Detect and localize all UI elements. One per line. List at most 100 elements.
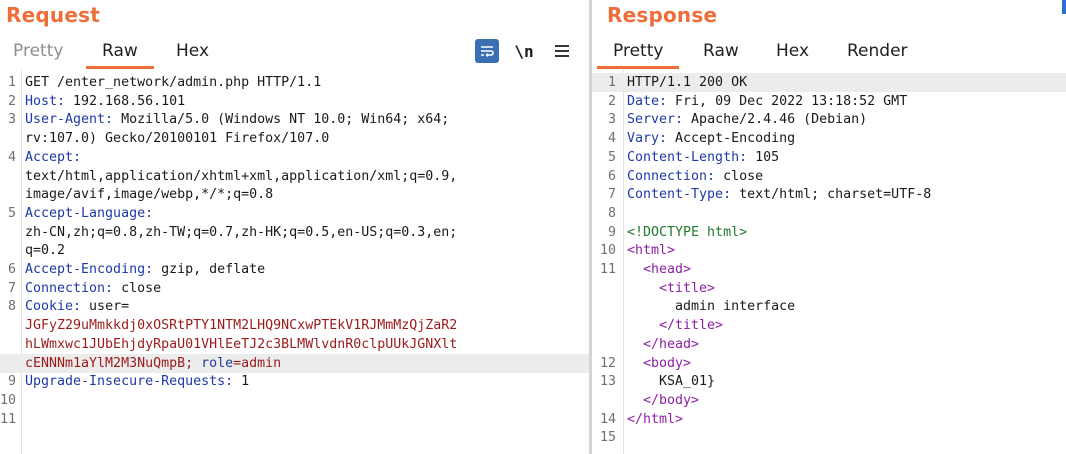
line-number: 12	[599, 355, 616, 371]
header-value: admin interface	[627, 299, 796, 315]
line-content: Date: Fri, 09 Dec 2022 13:18:52 GMT	[627, 92, 907, 111]
line-number: 7	[7, 280, 16, 296]
header-name: User-Agent:	[25, 112, 114, 128]
response-editor[interactable]: 1 HTTP/1.1 200 OK 2 Date: Fri, 09 Dec 2022 …	[592, 70, 1066, 454]
response-line[interactable]: 3 Server: Apache/2.4.46 (Debian)	[592, 110, 1066, 129]
line-number: 3	[7, 112, 16, 128]
response-line[interactable]: 13 KSA_01}	[592, 372, 1066, 391]
newline-toggle-button[interactable]: \n	[511, 38, 537, 64]
response-line[interactable]: 1 HTTP/1.1 200 OK	[592, 73, 1066, 92]
response-tab-raw[interactable]: Raw	[703, 36, 739, 69]
line-content: hLWmxwc1JUbEhjdyRpaU01VHlEeTJ2c3BLMWlvdn…	[25, 335, 457, 354]
header-value: 1	[233, 374, 250, 390]
cookie-value: JGFyZ29uMmkkdj0xOSRtPTY1NTM2LHQ9NCxwPTEk…	[25, 318, 458, 334]
html-tag: <html>	[627, 243, 676, 259]
response-line[interactable]: 5 Content-Length: 105	[592, 148, 1066, 167]
line-number: 15	[599, 430, 616, 446]
request-line[interactable]: 3 User-Agent: Mozilla/5.0 (Windows NT 10.…	[0, 110, 589, 129]
line-content: <!DOCTYPE html>	[627, 223, 747, 242]
header-value: Apache/2.4.46 (Debian)	[683, 112, 868, 128]
request-tab-raw[interactable]: Raw	[86, 36, 154, 69]
request-line[interactable]: 4 Accept:	[0, 148, 589, 167]
line-number: 6	[607, 168, 616, 184]
line-content: Upgrade-Insecure-Requests: 1	[25, 372, 249, 391]
request-line[interactable]: zh-CN,zh;q=0.8,zh-TW;q=0.7,zh-HK;q=0.5,e…	[0, 223, 589, 242]
response-line[interactable]: 4 Vary: Accept-Encoding	[592, 129, 1066, 148]
line-number: 9	[7, 374, 16, 390]
response-line[interactable]: 14 </html>	[592, 410, 1066, 429]
header-value: 105	[747, 149, 780, 165]
response-line[interactable]: 8	[592, 204, 1066, 223]
hamburger-menu-icon[interactable]	[549, 38, 575, 64]
request-line[interactable]: 8 Cookie: user=	[0, 297, 589, 316]
response-line[interactable]: 7 Content-Type: text/html; charset=UTF-8	[592, 185, 1066, 204]
response-line[interactable]: </title>	[592, 316, 1066, 335]
request-line[interactable]: image/avif,image/webp,*/*;q=0.8	[0, 185, 589, 204]
request-line[interactable]: 11	[0, 410, 589, 429]
request-line[interactable]: 7 Connection: close	[0, 279, 589, 298]
line-content: Accept:	[25, 148, 81, 167]
request-title: Request	[6, 3, 100, 27]
response-line[interactable]: 15	[592, 428, 1066, 447]
line-content: JGFyZ29uMmkkdj0xOSRtPTY1NTM2LHQ9NCxwPTEk…	[25, 316, 457, 335]
line-number: 2	[607, 93, 616, 109]
response-line[interactable]: 6 Connection: close	[592, 167, 1066, 186]
response-line[interactable]: 12 <body>	[592, 354, 1066, 373]
header-value: image/avif,image/webp,*/*;q=0.8	[25, 187, 274, 203]
header-name: Content-Length:	[627, 149, 748, 165]
request-line[interactable]: JGFyZ29uMmkkdj0xOSRtPTY1NTM2LHQ9NCxwPTEk…	[0, 316, 589, 335]
request-line[interactable]: rv:107.0) Gecko/20100101 Firefox/107.0	[0, 129, 589, 148]
response-tab-pretty[interactable]: Pretty	[596, 36, 680, 69]
header-name: Accept-Encoding:	[25, 262, 154, 277]
response-line[interactable]: </head>	[592, 335, 1066, 354]
scrollbar-marker[interactable]	[1062, 0, 1066, 14]
response-line[interactable]: <title>	[592, 279, 1066, 298]
request-line[interactable]: cENNNm1aYlM2M3NuQmpB; role=admin	[0, 353, 589, 373]
request-line[interactable]: hLWmxwc1JUbEhjdyRpaU01VHlEeTJ2c3BLMWlvdn…	[0, 335, 589, 354]
request-line[interactable]: 6 Accept-Encoding: gzip, deflate	[0, 260, 589, 279]
header-value: HTTP/1.1 200 OK	[627, 75, 748, 90]
line-content: image/avif,image/webp,*/*;q=0.8	[25, 185, 273, 204]
request-line[interactable]: q=0.2	[0, 241, 589, 260]
response-line[interactable]: 11 <head>	[592, 260, 1066, 279]
wrap-lines-icon[interactable]	[475, 39, 499, 63]
line-content: User-Agent: Mozilla/5.0 (Windows NT 10.0…	[25, 110, 449, 129]
header-name: Vary:	[627, 131, 668, 147]
header-name: Accept-Language:	[25, 205, 154, 221]
line-content: KSA_01}	[627, 372, 715, 391]
line-content: Content-Length: 105	[627, 148, 779, 167]
request-line[interactable]: text/html,application/xhtml+xml,applicat…	[0, 167, 589, 186]
request-line[interactable]: 2 Host: 192.168.56.101	[0, 92, 589, 111]
header-value: rv:107.0) Gecko/20100101 Firefox/107.0	[25, 131, 330, 147]
line-number: 5	[7, 205, 16, 221]
line-number: 10	[599, 243, 616, 259]
html-tag: </html>	[627, 411, 684, 427]
request-line[interactable]: 1 GET /enter_network/admin.php HTTP/1.1	[0, 73, 589, 92]
request-tab-pretty[interactable]: Pretty	[13, 36, 63, 69]
line-content: Connection: close	[25, 279, 161, 298]
response-tab-render[interactable]: Render	[847, 36, 908, 69]
header-value: Fri, 09 Dec 2022 13:18:52 GMT	[667, 93, 908, 109]
response-line[interactable]: 2 Date: Fri, 09 Dec 2022 13:18:52 GMT	[592, 92, 1066, 111]
request-line[interactable]: 9 Upgrade-Insecure-Requests: 1	[0, 372, 589, 391]
response-tab-hex[interactable]: Hex	[776, 36, 809, 69]
response-panel: Response Pretty Raw Hex Render 1 HTTP/1.1…	[592, 0, 1066, 454]
response-line[interactable]: 10 <html>	[592, 241, 1066, 260]
line-number: 6	[7, 262, 16, 277]
response-line[interactable]: admin interface	[592, 297, 1066, 316]
line-number: 14	[599, 411, 616, 427]
line-number: 1	[7, 75, 16, 90]
line-number: 7	[607, 187, 616, 203]
html-tag: </head>	[627, 336, 700, 352]
header-value: q=0.2	[25, 243, 66, 259]
line-content: Vary: Accept-Encoding	[627, 129, 795, 148]
request-editor[interactable]: 1 GET /enter_network/admin.php HTTP/1.1 2 H…	[0, 70, 589, 454]
header-value: 192.168.56.101	[65, 93, 186, 109]
request-line[interactable]: 5 Accept-Language:	[0, 204, 589, 223]
request-line[interactable]: 10	[0, 391, 589, 410]
html-tag: <title>	[627, 280, 716, 296]
header-name: Upgrade-Insecure-Requests:	[25, 374, 234, 390]
request-tab-hex[interactable]: Hex	[176, 36, 209, 69]
response-line[interactable]: </body>	[592, 391, 1066, 410]
response-line[interactable]: 9 <!DOCTYPE html>	[592, 223, 1066, 242]
